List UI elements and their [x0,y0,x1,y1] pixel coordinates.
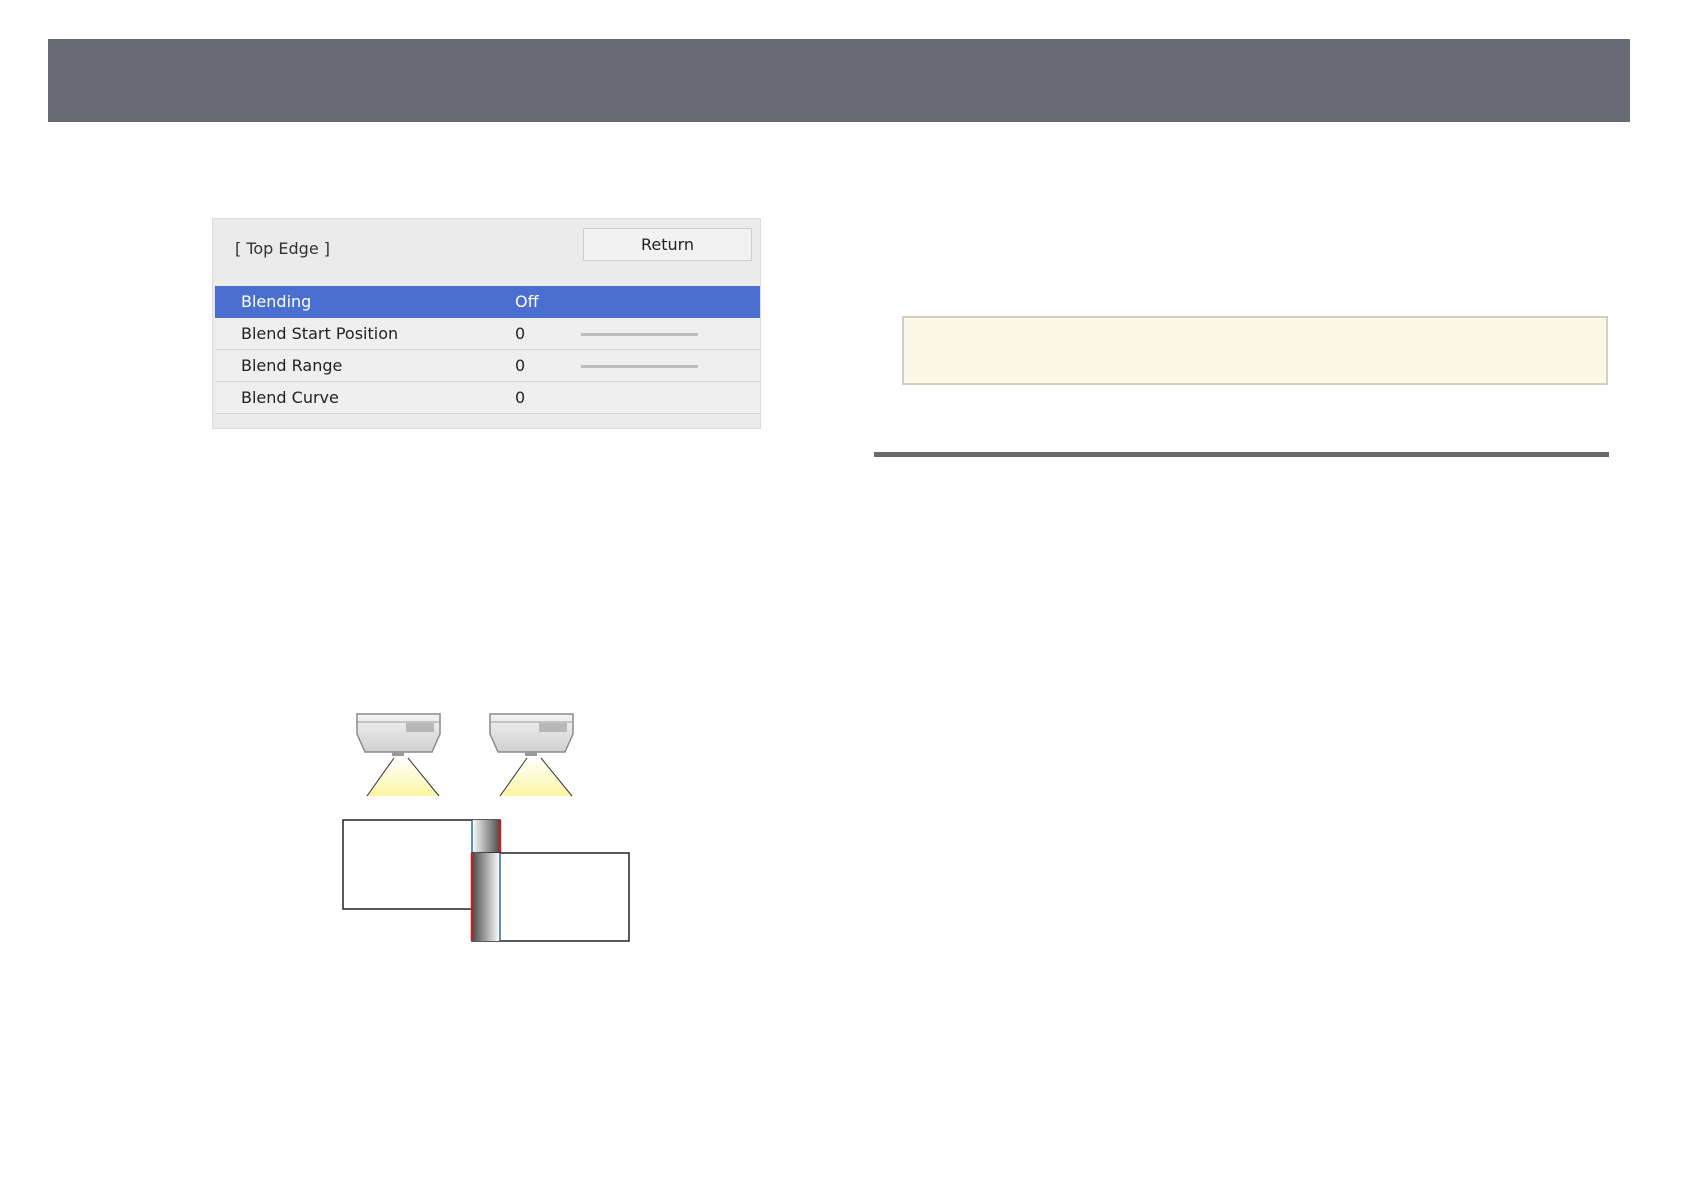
menu-row-blend-start-position[interactable]: Blend Start Position 0 [215,318,760,350]
row-label: Blend Start Position [241,324,399,343]
light-beam [366,757,440,797]
section-divider [874,452,1609,457]
row-value: 0 [515,388,526,407]
menu-row-blend-curve[interactable]: Blend Curve 0 [215,382,760,414]
top-banner [48,39,1630,122]
projector-icon [489,713,574,756]
menu-header: [ Top Edge ] Return [213,219,760,285]
projector-icon [356,713,441,756]
row-value: 0 [515,356,526,375]
row-label: Blend Curve [241,388,339,407]
row-label: Blending [241,292,312,311]
menu-row-blending[interactable]: Blending Off [215,286,760,318]
menu-title: [ Top Edge ] [235,239,331,258]
projected-image-right [470,852,630,942]
light-beam [499,757,573,797]
row-value: 0 [515,324,526,343]
blend-range-slider[interactable] [581,365,698,368]
note-box [902,316,1608,385]
edge-blending-menu: [ Top Edge ] Return Blending Off Blend S… [212,218,761,429]
menu-row-blend-range[interactable]: Blend Range 0 [215,350,760,382]
edge-blending-illustration [340,710,640,950]
menu-rows: Blending Off Blend Start Position 0 Blen… [215,286,760,414]
blend-start-position-slider[interactable] [581,333,698,336]
return-button[interactable]: Return [583,228,752,261]
row-value: Off [515,292,539,311]
row-label: Blend Range [241,356,343,375]
